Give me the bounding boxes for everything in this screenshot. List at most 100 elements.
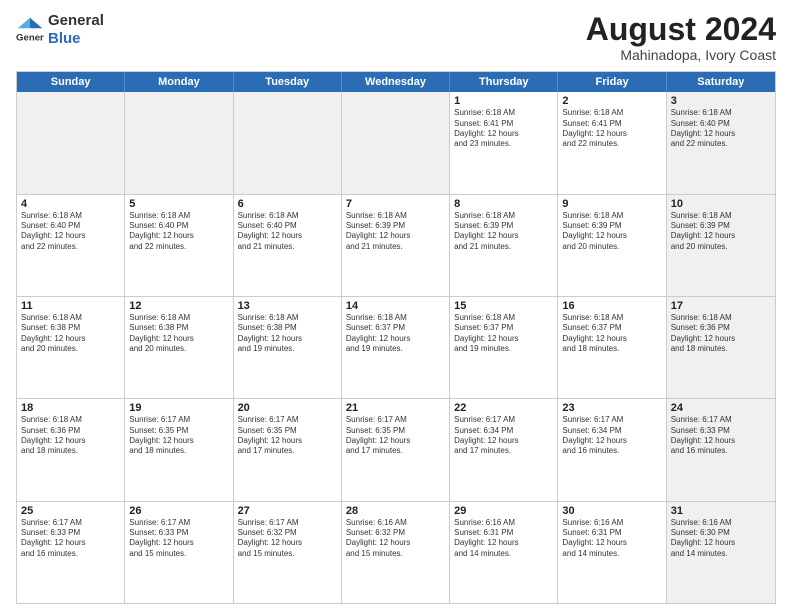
day-info: Sunrise: 6:18 AM Sunset: 6:39 PM Dayligh… bbox=[454, 211, 553, 253]
day-number: 8 bbox=[454, 198, 553, 210]
day-info: Sunrise: 6:18 AM Sunset: 6:41 PM Dayligh… bbox=[454, 108, 553, 150]
day-header-saturday: Saturday bbox=[667, 72, 775, 92]
day-cell-21: 21Sunrise: 6:17 AM Sunset: 6:35 PM Dayli… bbox=[342, 399, 450, 500]
day-cell-30: 30Sunrise: 6:16 AM Sunset: 6:31 PM Dayli… bbox=[558, 502, 666, 603]
logo-blue-text: Blue bbox=[48, 30, 104, 48]
day-info: Sunrise: 6:18 AM Sunset: 6:38 PM Dayligh… bbox=[238, 313, 337, 355]
svg-text:Blue: Blue bbox=[16, 43, 37, 44]
day-cell-26: 26Sunrise: 6:17 AM Sunset: 6:33 PM Dayli… bbox=[125, 502, 233, 603]
day-number: 27 bbox=[238, 505, 337, 517]
day-number: 22 bbox=[454, 402, 553, 414]
day-number: 14 bbox=[346, 300, 445, 312]
day-info: Sunrise: 6:18 AM Sunset: 6:39 PM Dayligh… bbox=[671, 211, 771, 253]
day-cell-29: 29Sunrise: 6:16 AM Sunset: 6:31 PM Dayli… bbox=[450, 502, 558, 603]
day-number: 15 bbox=[454, 300, 553, 312]
logo-icon: General Blue bbox=[16, 16, 44, 44]
day-number: 4 bbox=[21, 198, 120, 210]
day-info: Sunrise: 6:18 AM Sunset: 6:40 PM Dayligh… bbox=[671, 108, 771, 150]
calendar-body: 1Sunrise: 6:18 AM Sunset: 6:41 PM Daylig… bbox=[17, 92, 775, 603]
header: General Blue General Blue August 2024 Ma… bbox=[16, 12, 776, 63]
day-cell-13: 13Sunrise: 6:18 AM Sunset: 6:38 PM Dayli… bbox=[234, 297, 342, 398]
svg-text:General: General bbox=[16, 33, 44, 44]
day-number: 26 bbox=[129, 505, 228, 517]
day-cell-1: 1Sunrise: 6:18 AM Sunset: 6:41 PM Daylig… bbox=[450, 92, 558, 193]
day-cell-8: 8Sunrise: 6:18 AM Sunset: 6:39 PM Daylig… bbox=[450, 195, 558, 296]
day-info: Sunrise: 6:18 AM Sunset: 6:39 PM Dayligh… bbox=[562, 211, 661, 253]
day-cell-15: 15Sunrise: 6:18 AM Sunset: 6:37 PM Dayli… bbox=[450, 297, 558, 398]
day-number: 18 bbox=[21, 402, 120, 414]
day-header-tuesday: Tuesday bbox=[234, 72, 342, 92]
day-number: 21 bbox=[346, 402, 445, 414]
day-info: Sunrise: 6:18 AM Sunset: 6:36 PM Dayligh… bbox=[671, 313, 771, 355]
day-cell-24: 24Sunrise: 6:17 AM Sunset: 6:33 PM Dayli… bbox=[667, 399, 775, 500]
day-info: Sunrise: 6:18 AM Sunset: 6:38 PM Dayligh… bbox=[21, 313, 120, 355]
week-row-2: 4 Sunrise: 6:18 AM Sunset: 6:40 PM Daylig… bbox=[17, 195, 775, 297]
day-number: 23 bbox=[562, 402, 661, 414]
empty-cell bbox=[234, 92, 342, 193]
day-number: 11 bbox=[21, 300, 120, 312]
day-cell-27: 27Sunrise: 6:17 AM Sunset: 6:32 PM Dayli… bbox=[234, 502, 342, 603]
day-number: 12 bbox=[129, 300, 228, 312]
logo-general-text: General bbox=[48, 12, 104, 30]
day-info: Sunrise: 6:18 AM Sunset: 6:38 PM Dayligh… bbox=[129, 313, 228, 355]
day-info: Sunrise: 6:16 AM Sunset: 6:31 PM Dayligh… bbox=[562, 518, 661, 560]
day-header-thursday: Thursday bbox=[450, 72, 558, 92]
day-info: Sunrise: 6:18 AM Sunset: 6:37 PM Dayligh… bbox=[454, 313, 553, 355]
day-cell-25: 25Sunrise: 6:17 AM Sunset: 6:33 PM Dayli… bbox=[17, 502, 125, 603]
day-cell-16: 16Sunrise: 6:18 AM Sunset: 6:37 PM Dayli… bbox=[558, 297, 666, 398]
week-row-3: 11Sunrise: 6:18 AM Sunset: 6:38 PM Dayli… bbox=[17, 297, 775, 399]
day-info: Sunrise: 6:17 AM Sunset: 6:33 PM Dayligh… bbox=[129, 518, 228, 560]
day-info: Sunrise: 6:16 AM Sunset: 6:32 PM Dayligh… bbox=[346, 518, 445, 560]
day-cell-18: 18Sunrise: 6:18 AM Sunset: 6:36 PM Dayli… bbox=[17, 399, 125, 500]
day-cell-12: 12Sunrise: 6:18 AM Sunset: 6:38 PM Dayli… bbox=[125, 297, 233, 398]
day-cell-19: 19Sunrise: 6:17 AM Sunset: 6:35 PM Dayli… bbox=[125, 399, 233, 500]
day-number: 20 bbox=[238, 402, 337, 414]
day-number: 28 bbox=[346, 505, 445, 517]
day-number: 2 bbox=[562, 95, 661, 107]
day-info: Sunrise: 6:18 AM Sunset: 6:40 PM Dayligh… bbox=[129, 211, 228, 253]
day-info: Sunrise: 6:18 AM Sunset: 6:37 PM Dayligh… bbox=[562, 313, 661, 355]
day-info: Sunrise: 6:16 AM Sunset: 6:30 PM Dayligh… bbox=[671, 518, 771, 560]
week-row-5: 25Sunrise: 6:17 AM Sunset: 6:33 PM Dayli… bbox=[17, 502, 775, 603]
week-row-4: 18Sunrise: 6:18 AM Sunset: 6:36 PM Dayli… bbox=[17, 399, 775, 501]
logo: General Blue General Blue bbox=[16, 12, 104, 48]
day-info: Sunrise: 6:17 AM Sunset: 6:33 PM Dayligh… bbox=[671, 415, 771, 457]
day-number: 31 bbox=[671, 505, 771, 517]
day-cell-22: 22Sunrise: 6:17 AM Sunset: 6:34 PM Dayli… bbox=[450, 399, 558, 500]
day-info: Sunrise: 6:18 AM Sunset: 6:37 PM Dayligh… bbox=[346, 313, 445, 355]
day-number: 29 bbox=[454, 505, 553, 517]
day-header-monday: Monday bbox=[125, 72, 233, 92]
day-info: Sunrise: 6:17 AM Sunset: 6:34 PM Dayligh… bbox=[562, 415, 661, 457]
day-cell-10: 10Sunrise: 6:18 AM Sunset: 6:39 PM Dayli… bbox=[667, 195, 775, 296]
day-info: Sunrise: 6:17 AM Sunset: 6:34 PM Dayligh… bbox=[454, 415, 553, 457]
day-cell-20: 20Sunrise: 6:17 AM Sunset: 6:35 PM Dayli… bbox=[234, 399, 342, 500]
day-cell-3: 3Sunrise: 6:18 AM Sunset: 6:40 PM Daylig… bbox=[667, 92, 775, 193]
day-number: 13 bbox=[238, 300, 337, 312]
day-number: 19 bbox=[129, 402, 228, 414]
day-cell-28: 28Sunrise: 6:16 AM Sunset: 6:32 PM Dayli… bbox=[342, 502, 450, 603]
location-subtitle: Mahinadopa, Ivory Coast bbox=[586, 47, 776, 63]
day-cell-9: 9Sunrise: 6:18 AM Sunset: 6:39 PM Daylig… bbox=[558, 195, 666, 296]
day-info: Sunrise: 6:18 AM Sunset: 6:40 PM Dayligh… bbox=[238, 211, 337, 253]
empty-cell bbox=[17, 92, 125, 193]
day-cell-4: 4Sunrise: 6:18 AM Sunset: 6:40 PM Daylig… bbox=[17, 195, 125, 296]
empty-cell bbox=[342, 92, 450, 193]
day-number: 6 bbox=[238, 198, 337, 210]
day-number: 1 bbox=[454, 95, 553, 107]
day-cell-31: 31Sunrise: 6:16 AM Sunset: 6:30 PM Dayli… bbox=[667, 502, 775, 603]
day-number: 9 bbox=[562, 198, 661, 210]
day-number: 3 bbox=[671, 95, 771, 107]
day-info: Sunrise: 6:16 AM Sunset: 6:31 PM Dayligh… bbox=[454, 518, 553, 560]
week-row-1: 1Sunrise: 6:18 AM Sunset: 6:41 PM Daylig… bbox=[17, 92, 775, 194]
day-number: 24 bbox=[671, 402, 771, 414]
month-title: August 2024 bbox=[586, 12, 776, 47]
day-cell-17: 17Sunrise: 6:18 AM Sunset: 6:36 PM Dayli… bbox=[667, 297, 775, 398]
day-info: Sunrise: 6:17 AM Sunset: 6:32 PM Dayligh… bbox=[238, 518, 337, 560]
day-header-wednesday: Wednesday bbox=[342, 72, 450, 92]
day-number: 10 bbox=[671, 198, 771, 210]
page: General Blue General Blue August 2024 Ma… bbox=[0, 0, 792, 612]
day-number: 17 bbox=[671, 300, 771, 312]
day-number: 7 bbox=[346, 198, 445, 210]
calendar: SundayMondayTuesdayWednesdayThursdayFrid… bbox=[16, 71, 776, 604]
title-block: August 2024 Mahinadopa, Ivory Coast bbox=[586, 12, 776, 63]
